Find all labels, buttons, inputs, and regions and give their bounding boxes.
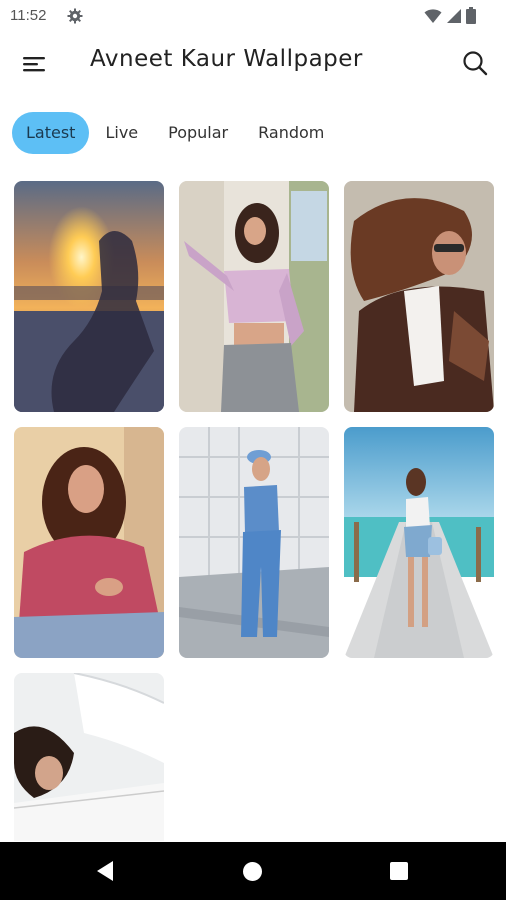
wallpaper-image [14,673,164,841]
home-icon[interactable] [243,862,262,881]
wallpaper-image [179,427,329,658]
wallpaper-card-pier[interactable] [344,427,494,658]
wallpaper-image [14,181,164,412]
tab-latest[interactable]: Latest [12,112,90,154]
wallpaper-card-sunset[interactable] [14,181,164,412]
back-icon[interactable] [95,860,115,882]
wallpaper-card-brown-jacket[interactable] [344,181,494,412]
hamburger-menu-icon[interactable] [20,50,48,78]
wallpaper-image [179,181,329,412]
wallpaper-card-pink-top[interactable] [179,181,329,412]
category-tabs: Latest Live Popular Random [12,111,340,155]
wallpaper-card-denim[interactable] [179,427,329,658]
wallpaper-image [14,427,164,658]
page-title: Avneet Kaur Wallpaper [90,46,363,72]
signal-icon [447,8,461,23]
wifi-icon [424,8,442,23]
wallpaper-card-pink-smile[interactable] [14,427,164,658]
battery-icon [466,7,476,24]
gear-icon [67,8,83,24]
tab-popular[interactable]: Popular [154,112,242,154]
status-time: 11:52 [10,7,47,24]
app-screen: 11:52 Avneet Kaur Wallpaper Latest Live … [0,0,506,900]
wallpaper-image [344,427,494,658]
search-icon[interactable] [460,48,490,78]
recent-apps-icon[interactable] [390,862,408,880]
status-icons [424,7,476,24]
system-nav-bar [0,842,506,900]
tab-random[interactable]: Random [244,112,338,154]
status-bar: 11:52 [0,0,506,34]
wallpaper-image [344,181,494,412]
tab-live[interactable]: Live [91,112,152,154]
app-bar: Avneet Kaur Wallpaper [0,34,506,92]
wallpaper-card-white-outfit[interactable] [14,673,164,841]
